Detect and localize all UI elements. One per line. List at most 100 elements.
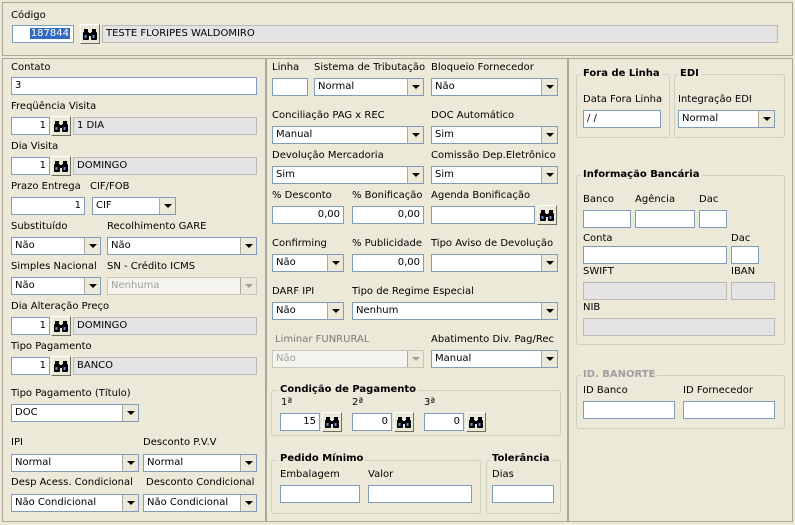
contato-label: Contato	[11, 62, 51, 73]
valor-input[interactable]	[368, 485, 472, 503]
agencia-input[interactable]	[635, 210, 695, 228]
freq-visita-label: Freqüência Visita	[11, 101, 97, 112]
linha-label: Linha	[272, 62, 300, 73]
cond-1-search-button[interactable]	[322, 412, 342, 432]
doc-automatico-label: DOC Automático	[431, 110, 515, 121]
gare-label: Recolhimento GARE	[107, 221, 207, 232]
prazo-entrega-input[interactable]: 1	[11, 197, 85, 215]
dac-input[interactable]	[699, 210, 727, 228]
tipo-pagamento-titulo-label: Tipo Pagamento (Título)	[11, 388, 131, 399]
simples-nacional-select[interactable]: Não	[11, 277, 101, 295]
dias-input[interactable]	[492, 485, 554, 503]
devolucao-select[interactable]: Sim	[272, 166, 424, 184]
desconto-pvv-select[interactable]: Normal	[143, 454, 257, 472]
pct-bonificacao-input[interactable]: 0,00	[352, 206, 424, 224]
cond-1-input[interactable]: 15	[280, 413, 320, 431]
cond-3-search-button[interactable]	[466, 412, 486, 432]
dia-alteracao-search-button[interactable]	[51, 316, 71, 336]
fora-linha-group	[576, 74, 670, 138]
id-banco-label: ID Banco	[583, 385, 628, 396]
dia-alteracao-desc: DOMINGO	[73, 317, 257, 335]
freq-search-button[interactable]	[51, 116, 71, 136]
comissao-select[interactable]: Sim	[431, 166, 558, 184]
chevron-down-icon	[122, 405, 138, 421]
cond-2-input[interactable]: 0	[352, 413, 392, 431]
id-banco-input[interactable]	[583, 401, 675, 419]
pct-publicidade-input[interactable]: 0,00	[352, 254, 424, 272]
banco-input[interactable]	[583, 210, 631, 228]
abatimento-select[interactable]: Manual	[431, 350, 558, 368]
chevron-down-icon	[541, 255, 557, 271]
integracao-edi-select[interactable]: Normal	[678, 110, 775, 128]
condicao-pagamento-title: Condição de Pagamento	[278, 384, 419, 395]
edi-title: EDI	[678, 68, 701, 79]
tipo-pagamento-titulo-select[interactable]: DOC	[11, 404, 139, 422]
chevron-down-icon	[84, 278, 100, 294]
simples-nacional-label: Simples Nacional	[11, 261, 97, 272]
chevron-down-icon	[407, 351, 423, 367]
sistema-tributacao-select[interactable]: Normal	[314, 78, 424, 96]
contato-input[interactable]: 3	[11, 77, 257, 95]
tipo-aviso-select[interactable]	[431, 254, 558, 272]
chevron-down-icon	[122, 495, 138, 511]
agenda-search-button[interactable]	[537, 205, 557, 225]
tipo-pagamento-input[interactable]: 1	[11, 357, 50, 375]
darf-ipi-label: DARF IPI	[272, 286, 315, 297]
binoculars-search-button[interactable]	[80, 24, 100, 44]
agenda-bonificacao-input[interactable]	[431, 206, 535, 224]
desp-acess-select[interactable]: Não Condicional	[11, 494, 139, 512]
embalagem-input[interactable]	[280, 485, 360, 503]
pct-desconto-label: % Desconto	[272, 190, 332, 201]
substituido-select[interactable]: Não	[11, 237, 101, 255]
cond-3-input[interactable]: 0	[424, 413, 464, 431]
pedido-minimo-title: Pedido Mínimo	[278, 453, 366, 464]
ipi-select[interactable]: Normal	[11, 454, 139, 472]
banco-label: Banco	[583, 194, 614, 205]
dac-label: Dac	[699, 194, 719, 205]
chevron-down-icon	[541, 79, 557, 95]
confirming-select[interactable]: Não	[272, 254, 344, 272]
dia-visita-search-button[interactable]	[51, 156, 71, 176]
pct-desconto-input[interactable]: 0,00	[272, 206, 344, 224]
embalagem-label: Embalagem	[280, 469, 340, 480]
id-fornecedor-input[interactable]	[683, 401, 775, 419]
dac2-input[interactable]	[731, 246, 759, 264]
conciliacao-select[interactable]: Manual	[272, 126, 424, 144]
informacao-bancaria-title: Informação Bancária	[581, 169, 702, 180]
tipo-pagamento-label: Tipo Pagamento	[11, 341, 92, 352]
linha-input[interactable]	[272, 78, 308, 96]
freq-visita-desc: 1 DIA	[73, 117, 257, 135]
chevron-down-icon	[240, 278, 256, 294]
data-fora-linha-input[interactable]: / /	[583, 110, 661, 128]
tipo-pagamento-desc: BANCO	[73, 357, 257, 375]
dia-alteracao-input[interactable]: 1	[11, 317, 50, 335]
binoculars-icon	[53, 158, 69, 174]
desconto-condicional-select[interactable]: Não Condicional	[143, 494, 257, 512]
chevron-down-icon	[240, 238, 256, 254]
conta-input[interactable]	[583, 246, 727, 264]
doc-automatico-select[interactable]: Sim	[431, 126, 558, 144]
cond-2-search-button[interactable]	[394, 412, 414, 432]
desconto-condicional-label: Desconto Condicional	[146, 477, 255, 488]
liminar-funrural-select: Não	[272, 350, 424, 368]
iban-label: IBAN	[731, 266, 756, 277]
cif-fob-select[interactable]: CIF	[92, 197, 176, 215]
bloqueio-fornecedor-select[interactable]: Não	[431, 78, 558, 96]
desconto-pvv-label: Desconto P.V.V	[143, 437, 217, 448]
darf-ipi-select[interactable]: Não	[272, 302, 344, 320]
binoculars-icon	[53, 118, 69, 134]
binoculars-icon	[53, 358, 69, 374]
nib-label: NIB	[583, 302, 601, 313]
tipo-pagamento-search-button[interactable]	[51, 356, 71, 376]
edi-group	[674, 74, 785, 138]
regime-especial-select[interactable]: Nenhum	[352, 302, 558, 320]
dia-visita-input[interactable]: 1	[11, 157, 50, 175]
iban-field	[731, 282, 775, 300]
codigo-input[interactable]: 187844	[12, 25, 74, 43]
binoculars-icon	[53, 318, 69, 334]
chevron-down-icon	[407, 79, 423, 95]
freq-visita-input[interactable]: 1	[11, 117, 50, 135]
cond-2-label: 2ª	[352, 397, 364, 408]
confirming-label: Confirming	[272, 238, 327, 249]
gare-select[interactable]: Não	[107, 237, 257, 255]
